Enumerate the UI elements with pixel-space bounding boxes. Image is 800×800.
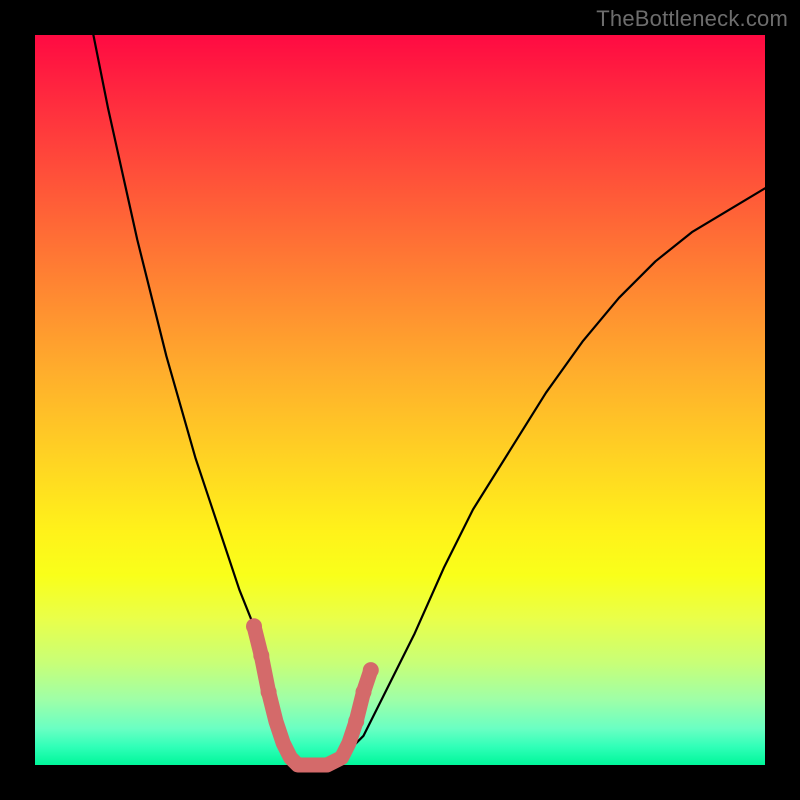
highlight-dot — [348, 713, 364, 729]
plot-area — [35, 35, 765, 765]
highlight-dot — [246, 618, 262, 634]
attribution-text: TheBottleneck.com — [596, 6, 788, 32]
highlight-dot — [363, 662, 379, 678]
highlight-dot — [356, 684, 372, 700]
chart-frame: TheBottleneck.com — [0, 0, 800, 800]
highlight-dot — [253, 648, 269, 664]
main-curve — [93, 35, 765, 765]
curve-svg — [35, 35, 765, 765]
highlight-dot — [261, 684, 277, 700]
